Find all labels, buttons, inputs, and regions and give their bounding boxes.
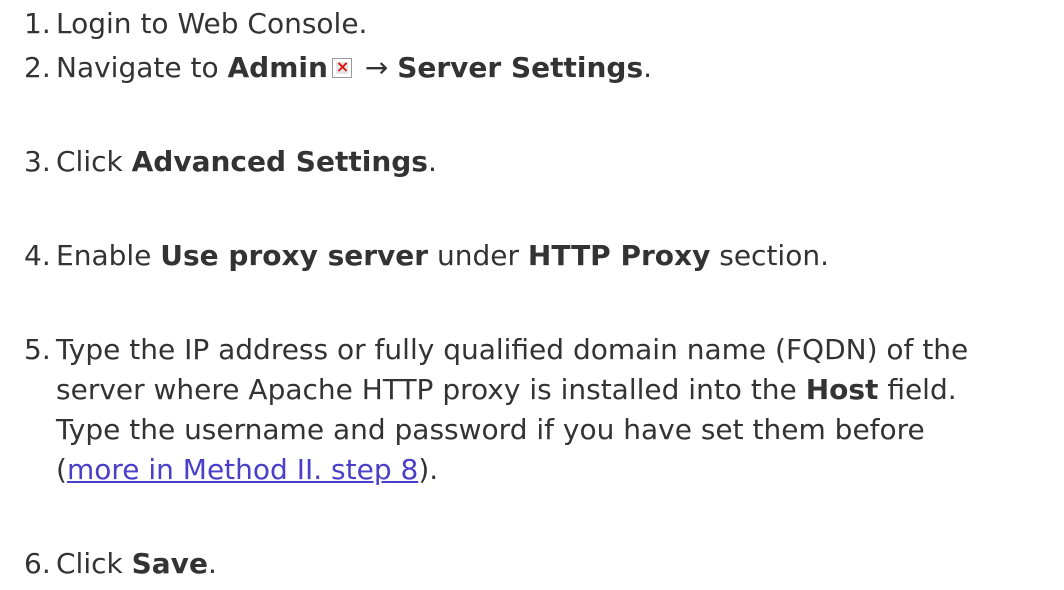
step-text: Click Advanced Settings.: [56, 142, 437, 182]
step-5-line-2-prefix: server where Apache HTTP proxy is instal…: [56, 373, 806, 406]
step-text: Click Save.: [56, 544, 217, 584]
use-proxy-server-label: Use proxy server: [160, 239, 429, 272]
step-5-line-2: server where Apache HTTP proxy is instal…: [56, 370, 968, 410]
step-3-prefix: Click: [56, 145, 132, 178]
step-number: 3.: [24, 145, 51, 178]
step-4-prefix: Enable: [56, 239, 161, 272]
step-5-line-2-suffix: field.: [878, 373, 957, 406]
step-4-suffix: section.: [710, 239, 829, 272]
http-proxy-label: HTTP Proxy: [527, 239, 711, 272]
step-number: 6.: [24, 547, 51, 580]
step-1-text: Login to Web Console.: [56, 7, 368, 40]
close-paren: ).: [418, 453, 439, 486]
broken-image-icon: ×: [331, 57, 352, 78]
step-text: Navigate to Admin × → Server Settings.: [56, 48, 652, 88]
step-2-suffix: .: [643, 51, 653, 84]
menu-server-settings: Server Settings: [397, 51, 644, 84]
step-number: 2.: [24, 51, 51, 84]
step-5-line-4: (more in Method II. step 8).: [56, 450, 968, 490]
step-number: 4.: [24, 239, 51, 272]
step-number: 1.: [24, 7, 51, 40]
save-label: Save: [131, 547, 208, 580]
open-paren: (: [56, 453, 67, 486]
method-ii-step-8-link[interactable]: more in Method II. step 8: [67, 453, 418, 486]
step-5-line-3: Type the username and password if you ha…: [56, 413, 925, 446]
step-3-suffix: .: [427, 145, 437, 178]
step-text: Enable Use proxy server under HTTP Proxy…: [56, 236, 829, 276]
advanced-settings-label: Advanced Settings: [131, 145, 428, 178]
step-number: 5.: [24, 333, 51, 366]
step-4-middle: under: [428, 239, 528, 272]
step-6-suffix: .: [207, 547, 217, 580]
step-text: Login to Web Console.: [56, 4, 367, 44]
step-2-prefix: Navigate to: [56, 51, 228, 84]
arrow-icon: →: [355, 51, 398, 84]
host-field-label: Host: [805, 373, 879, 406]
menu-admin: Admin: [227, 51, 328, 84]
step-text: Type the IP address or fully qualified d…: [56, 330, 968, 490]
step-6-prefix: Click: [56, 547, 132, 580]
step-5-line-1: Type the IP address or fully qualified d…: [56, 333, 969, 366]
